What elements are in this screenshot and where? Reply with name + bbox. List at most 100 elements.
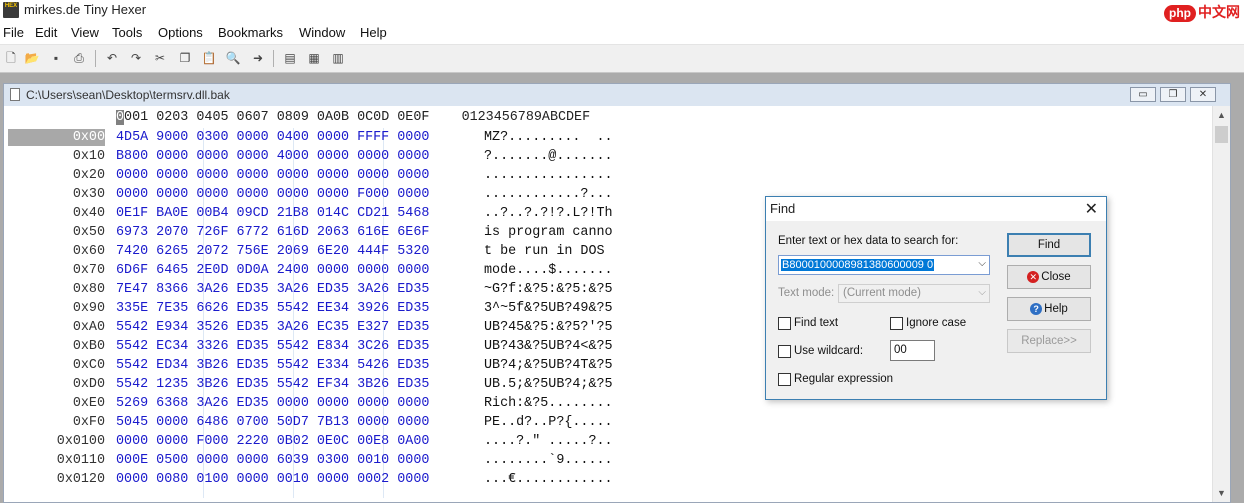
find-button[interactable]: Find	[1007, 233, 1091, 257]
row-hex-bytes[interactable]: 7E47 8366 3A26 ED35 3A26 ED35 3A26 ED35	[116, 281, 429, 298]
view-table-icon[interactable]: ▥	[330, 50, 346, 66]
row-ascii[interactable]: is program canno	[484, 224, 613, 241]
toolbar: 🗋 📂 ▪ ⎙ ↶ ↷ ✂ ❐ 📋 🔍 ➜ ▤ ▦ ▥	[0, 45, 1244, 73]
row-ascii[interactable]: ..?..?.?!?.L?!Th	[484, 205, 613, 222]
hex-row[interactable]: 0x00 4D5A 9000 0300 0000 0400 0000 FFFF 0…	[4, 128, 1208, 147]
scroll-down-icon[interactable]: ▼	[1213, 484, 1230, 502]
row-hex-bytes[interactable]: 0000 0000 0000 0000 0000 0000 0000 0000	[116, 167, 429, 184]
row-ascii[interactable]: ............?...	[484, 186, 613, 203]
row-ascii[interactable]: ....?." .....?..	[484, 433, 613, 450]
find-dialog: Find ✕ Enter text or hex data to search …	[765, 196, 1107, 400]
row-hex-bytes[interactable]: 4D5A 9000 0300 0000 0400 0000 FFFF 0000	[116, 129, 429, 146]
row-ascii[interactable]: ................	[484, 167, 613, 184]
goto-icon[interactable]: ➜	[250, 50, 266, 66]
row-ascii[interactable]: ~G?f:&?5:&?5:&?5	[484, 281, 613, 298]
row-hex-bytes[interactable]: 5045 0000 6486 0700 50D7 7B13 0000 0000	[116, 414, 429, 431]
help-button[interactable]: ? Help	[1007, 297, 1091, 321]
row-ascii[interactable]: UB?43&?5UB?4<&?5	[484, 338, 613, 355]
search-input[interactable]: B8000100008981380600009 0 ⌵	[778, 255, 990, 275]
menu-tools[interactable]: Tools	[112, 25, 142, 40]
row-offset: 0x90	[72, 301, 105, 316]
row-ascii[interactable]: t be run in DOS	[484, 243, 613, 260]
wildcard-value: 00	[894, 344, 907, 356]
find-text-checkbox[interactable]	[778, 317, 791, 330]
row-hex-bytes[interactable]: 5542 EC34 3326 ED35 5542 E834 3C26 ED35	[116, 338, 429, 355]
row-hex-bytes[interactable]: 5542 ED34 3B26 ED35 5542 E334 5426 ED35	[116, 357, 429, 374]
find-dialog-close-icon[interactable]: ✕	[1085, 199, 1098, 219]
menu-bookmarks[interactable]: Bookmarks	[218, 25, 283, 40]
menu-edit[interactable]: Edit	[35, 25, 57, 40]
hex-row[interactable]: 0xF0 5045 0000 6486 0700 50D7 7B13 0000 0…	[4, 413, 1208, 432]
row-hex-bytes[interactable]: 0E1F BA0E 00B4 09CD 21B8 014C CD21 5468	[116, 205, 429, 222]
wildcard-input[interactable]: 00	[890, 340, 935, 361]
row-hex-bytes[interactable]: 0000 0080 0100 0000 0010 0000 0002 0000	[116, 471, 429, 488]
wildcard-checkbox[interactable]	[778, 345, 791, 358]
replace-button[interactable]: Replace>>	[1007, 329, 1091, 353]
hex-row[interactable]: 0x10 B800 0000 0000 0000 4000 0000 0000 0…	[4, 147, 1208, 166]
menu-view[interactable]: View	[71, 25, 99, 40]
hex-row[interactable]: 0x0110 000E 0500 0000 0000 6039 0300 0010…	[4, 451, 1208, 470]
row-hex-bytes[interactable]: 5542 E934 3526 ED35 3A26 EC35 E327 ED35	[116, 319, 429, 336]
ignore-case-checkbox[interactable]	[890, 317, 903, 330]
hex-row[interactable]: 0x0100 0000 0000 F000 2220 0B02 0E0C 00E8…	[4, 432, 1208, 451]
cut-icon[interactable]: ✂	[152, 50, 168, 66]
menu-file[interactable]: File	[3, 25, 24, 40]
hex-row[interactable]: 0x20 0000 0000 0000 0000 0000 0000 0000 0…	[4, 166, 1208, 185]
chevron-down-icon[interactable]: ⌵	[978, 258, 986, 269]
header-cursor: 0	[116, 110, 125, 125]
hex-row[interactable]: 0x0120 0000 0080 0100 0000 0010 0000 0002…	[4, 470, 1208, 489]
vertical-scrollbar[interactable]: ▲ ▼	[1212, 106, 1230, 502]
new-file-icon[interactable]: 🗋	[3, 50, 19, 66]
maximize-button[interactable]: ❐	[1160, 87, 1186, 102]
header-ascii-columns: 0123456789ABCDEF	[461, 110, 591, 125]
row-ascii[interactable]: UB.5;&?5UB?4;&?5	[484, 376, 613, 393]
copy-icon[interactable]: ❐	[177, 50, 193, 66]
print-icon[interactable]: ⎙	[71, 50, 87, 66]
row-hex-bytes[interactable]: 0000 0000 F000 2220 0B02 0E0C 00E8 0A00	[116, 433, 429, 450]
regex-checkbox[interactable]	[778, 373, 791, 386]
close-document-button[interactable]: ✕	[1190, 87, 1216, 102]
header-hex-columns: 001 0203 0405 0607 0809 0A0B 0C0D 0E0F	[124, 110, 430, 125]
undo-icon[interactable]: ↶	[104, 50, 120, 66]
row-ascii[interactable]: ...€............	[484, 471, 613, 488]
redo-icon[interactable]: ↷	[128, 50, 144, 66]
row-hex-bytes[interactable]: 335E 7E35 6626 ED35 5542 EE34 3926 ED35	[116, 300, 429, 317]
scroll-up-icon[interactable]: ▲	[1213, 106, 1230, 124]
wildcard-label: Use wildcard:	[794, 345, 864, 357]
row-offset: 0x0110	[56, 453, 105, 468]
scroll-thumb[interactable]	[1215, 126, 1228, 143]
title-bar: HEX mirkes.de Tiny Hexer php 中文网	[0, 0, 1244, 22]
row-ascii[interactable]: PE..d?..P?{.....	[484, 414, 613, 431]
minimize-button[interactable]: ▭	[1130, 87, 1156, 102]
close-button-label: Close	[1041, 271, 1071, 283]
view-text-icon[interactable]: ▦	[306, 50, 322, 66]
row-ascii[interactable]: ........`9......	[484, 452, 613, 469]
menu-help[interactable]: Help	[360, 25, 387, 40]
row-ascii[interactable]: Rich:&?5........	[484, 395, 613, 412]
row-ascii[interactable]: ?.......@.......	[484, 148, 613, 165]
row-ascii[interactable]: UB?4;&?5UB?4T&?5	[484, 357, 613, 374]
paste-icon[interactable]: 📋	[201, 50, 217, 66]
menu-window[interactable]: Window	[299, 25, 345, 40]
save-icon[interactable]: ▪	[48, 50, 64, 66]
open-folder-icon[interactable]: 📂	[24, 50, 40, 66]
row-hex-bytes[interactable]: 000E 0500 0000 0000 6039 0300 0010 0000	[116, 452, 429, 469]
menu-options[interactable]: Options	[158, 25, 203, 40]
row-hex-bytes[interactable]: 6D6F 6465 2E0D 0D0A 2400 0000 0000 0000	[116, 262, 429, 279]
close-button[interactable]: ✕ Close	[1007, 265, 1091, 289]
find-icon[interactable]: 🔍	[225, 50, 241, 66]
row-hex-bytes[interactable]: 5269 6368 3A26 ED35 0000 0000 0000 0000	[116, 395, 429, 412]
row-hex-bytes[interactable]: 6973 2070 726F 6772 616D 2063 616E 6E6F	[116, 224, 429, 241]
row-offset: 0x30	[72, 187, 105, 202]
row-ascii[interactable]: 3^~5f&?5UB?49&?5	[484, 300, 613, 317]
row-hex-bytes[interactable]: 7420 6265 2072 756E 2069 6E20 444F 5320	[116, 243, 429, 260]
row-offset: 0xB0	[72, 339, 105, 354]
row-ascii[interactable]: mode....$.......	[484, 262, 613, 279]
row-hex-bytes[interactable]: 5542 1235 3B26 ED35 5542 EF34 3B26 ED35	[116, 376, 429, 393]
row-hex-bytes[interactable]: B800 0000 0000 0000 4000 0000 0000 0000	[116, 148, 429, 165]
row-ascii[interactable]: MZ?......... ..	[484, 129, 613, 146]
view-hex-icon[interactable]: ▤	[282, 50, 298, 66]
text-mode-select[interactable]: (Current mode) ⌵	[838, 284, 990, 303]
row-ascii[interactable]: UB?45&?5:&?5?'?5	[484, 319, 613, 336]
row-hex-bytes[interactable]: 0000 0000 0000 0000 0000 0000 F000 0000	[116, 186, 429, 203]
